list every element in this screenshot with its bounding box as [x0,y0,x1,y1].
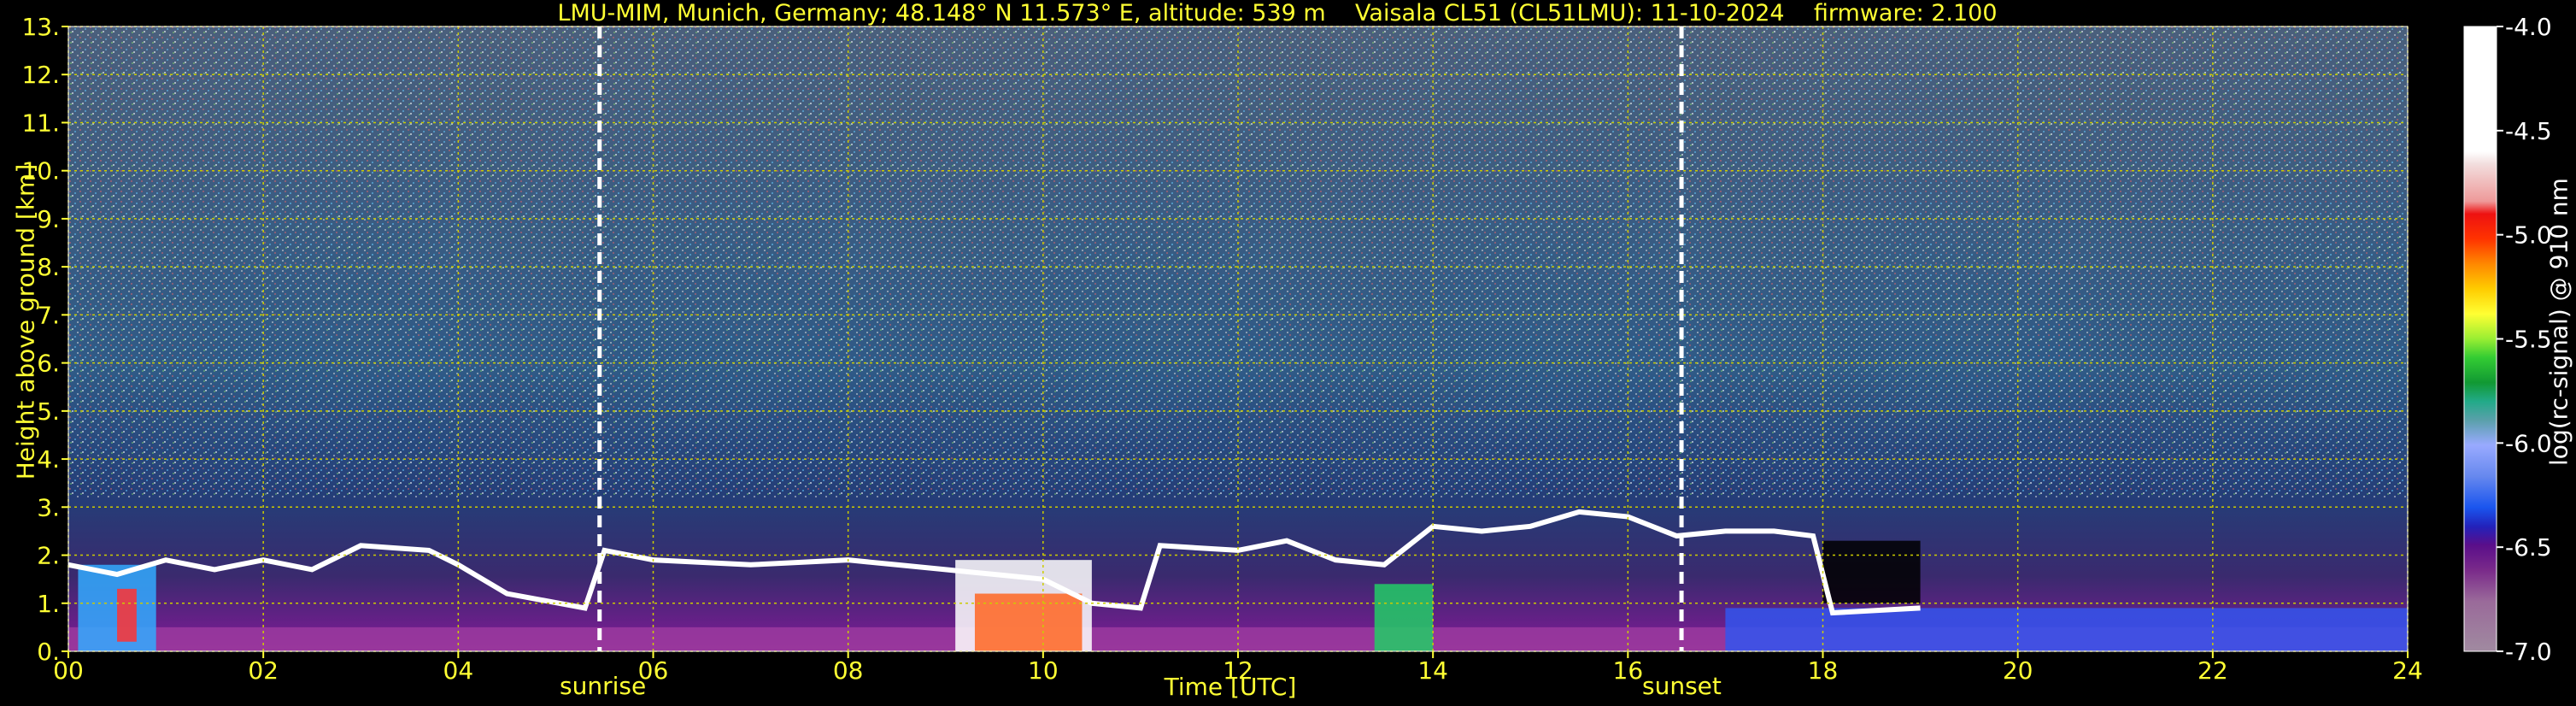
sunrise-label: sunrise [560,672,647,700]
x-tick-label: 22 [2198,656,2228,685]
colorbar-label: log(rc-signal) @ 910 nm [2544,178,2573,466]
boundary-layer-blue [1725,608,2408,651]
cloud-1330 [1374,584,1434,651]
y-axis-label: Height above ground [km] [11,163,40,480]
x-tick-label: 04 [443,656,474,685]
x-tick-label: 14 [1417,656,1448,685]
dense-cloud-core [974,593,1083,651]
x-axis-label: Time [UTC] [1164,673,1297,701]
x-tick-label: 16 [1613,656,1644,685]
ceilometer-plot: 0.1.2.3.4.5.6.7.8.9.10.11.12.13.00 02 04 06… [21,13,2552,685]
x-tick-label: 24 [2392,656,2423,685]
y-tick-label: 8. [37,253,60,281]
x-tick-label: 18 [1808,656,1839,685]
y-tick-label: 2. [37,542,60,570]
sunset-label: sunset [1642,672,1722,700]
x-tick-label: 00 [53,656,84,685]
y-tick-label: 6. [37,350,60,378]
x-tick-label: 20 [2003,656,2033,685]
colorbar-tick-label: -7.0 [2505,638,2552,666]
x-tick-label: 08 [833,656,864,685]
dark-gap [1822,540,1921,603]
y-tick-label: 3. [37,493,60,521]
early-cloud-core [117,588,137,642]
chart-root: LMU-MIM, Munich, Germany; 48.148° N 11.5… [0,0,2576,706]
x-tick-label: 02 [248,656,279,685]
colorbar-tick-label: -4.0 [2505,13,2552,41]
y-tick-label: 7. [37,301,60,329]
colorbar-scale [2463,26,2497,652]
colorbar: -4.0-4.5-5.0-5.5-6.0-6.5-7.0 [2463,13,2552,666]
y-tick-label: 5. [37,397,60,426]
y-tick-label: 1. [37,590,60,618]
y-tick-label: 9. [37,205,60,233]
y-tick-label: 4. [37,445,60,474]
